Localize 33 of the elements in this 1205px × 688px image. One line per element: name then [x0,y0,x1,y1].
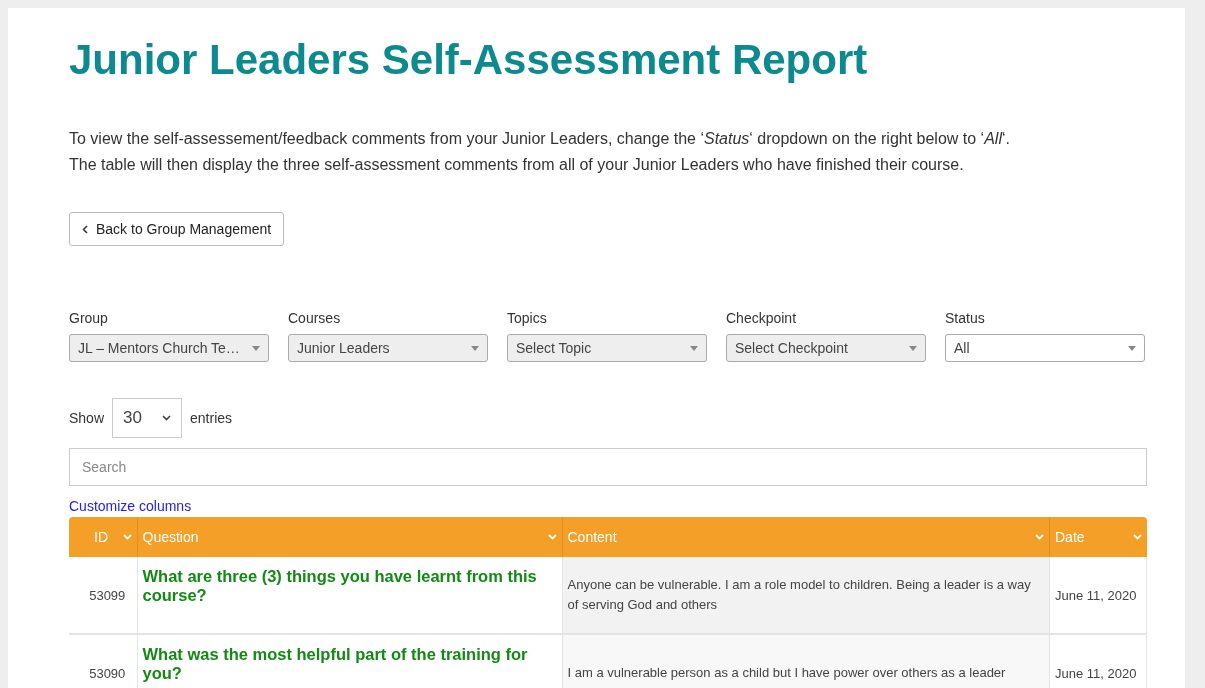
chevron-down-icon [162,415,171,421]
filter-label: Topics [507,310,548,328]
caret-icon [1128,345,1136,351]
table-cell: I am a vulnerable person as a child but I have power over others as a leader [562,634,1050,688]
caret-icon [690,345,698,351]
filter-label: Courses [288,310,342,328]
chevron-down-icon [1035,534,1044,540]
table-cell: What are three (3) things you have learnt from this course? [137,557,562,634]
caret-icon [909,345,917,351]
customize-columns-link[interactable]: Customize columns [69,498,1147,514]
page-title: Junior Leaders Self-Assessment Report [69,36,869,84]
entries-label: entries [190,410,233,426]
table-cell: 53099 [69,557,137,634]
filter-label: Status [945,310,986,328]
chevron-left-icon [82,224,88,234]
table-cell: Anyone can be vulnerable. I am a role model to children. Being a leader is a way of serving God and others [562,557,1050,634]
table-cell: 53090 [69,634,137,688]
filter-label: Group [69,310,109,328]
table-cell: June 11, 2020 [1049,634,1147,688]
caret-icon [471,345,479,351]
entries-dropdown[interactable]: 30 [112,398,183,438]
chevron-down-icon [547,534,557,540]
show-label: Show [69,410,105,426]
intro-text: To view the self-assessement/feedback comments from your Junior Leaders, change the ‘Status‘ dropdown on the right below to ‘All‘. [69,129,1011,149]
filter-dropdown[interactable]: All [945,334,1145,362]
search-field[interactable]: Search [69,448,1147,486]
filter-label: Checkpoint [726,310,798,328]
chevron-down-icon [122,534,132,540]
caret-icon [252,345,260,351]
table-cell: June 11, 2020 [1049,557,1147,634]
intro-text: The table will then display the three self-assessment comments from all of your Junior Leaders who have finished their course. [69,155,965,175]
back-button[interactable]: Back to Group Management [69,212,285,246]
chevron-down-icon [1132,534,1142,540]
